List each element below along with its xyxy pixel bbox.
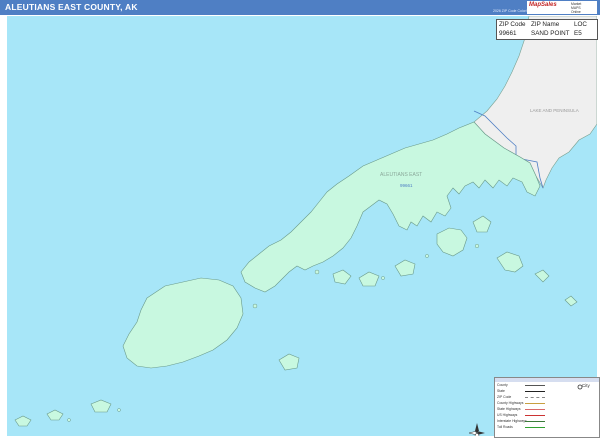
legend-swatch xyxy=(525,397,545,398)
legend-label-county-hwy: County Highways xyxy=(497,401,524,405)
title-bar: ALEUTIANS EAST COUNTY, AK 2026 ZIP Code … xyxy=(0,0,600,15)
loc-cell: E5 xyxy=(574,30,582,37)
map-frame: ALEUTIANS EAST COUNTY, AK 2026 ZIP Code … xyxy=(0,0,600,438)
islet xyxy=(252,303,258,309)
legend-swatch xyxy=(525,409,545,410)
legend-swatch xyxy=(525,421,545,422)
brand-logo: MapSales xyxy=(529,2,557,8)
table-row: 99661 SAND POINT E5 xyxy=(497,30,597,39)
legend-label-zip: ZIP Code xyxy=(497,395,512,399)
county-label: ALEUTIANS EAST xyxy=(380,172,422,178)
neighbor-label: LAKE AND PENINSULA xyxy=(530,108,579,113)
zip-code-table: ZIP Code ZIP Name LOC 99661 SAND POINT E… xyxy=(496,19,598,40)
zip-header: ZIP Code xyxy=(499,21,526,28)
legend-label-state: State xyxy=(497,389,505,393)
legend-swatch xyxy=(525,385,545,386)
islet xyxy=(314,269,320,275)
loc-header: LOC xyxy=(574,21,587,28)
legend-city-symbol: City xyxy=(576,382,598,396)
brand-line: Online xyxy=(571,10,581,14)
islet xyxy=(474,243,480,249)
islet xyxy=(117,408,121,412)
legend-label-county: County xyxy=(497,383,508,387)
islet xyxy=(67,418,71,422)
map-legend: County State ZIP Code County Highways St… xyxy=(494,377,600,438)
legend-label-interstate: Interstate Highways xyxy=(497,419,527,423)
zip-cell: 99661 xyxy=(499,30,517,37)
map-canvas[interactable]: ALEUTIANS EAST 99661 LAKE AND PENINSULA xyxy=(7,16,597,436)
legend-swatch xyxy=(525,391,545,392)
legend-swatch xyxy=(525,415,545,416)
legend-swatch xyxy=(525,403,545,404)
brand-logo-box: MapSales Market MAPS Online xyxy=(527,1,597,14)
zip-name-header: ZIP Name xyxy=(531,21,560,28)
zip-name-cell: SAND POINT xyxy=(531,30,570,37)
zip-code-label: 99661 xyxy=(400,183,413,188)
map-title: ALEUTIANS EAST COUNTY, AK xyxy=(5,2,138,12)
zip-table-header: ZIP Code ZIP Name LOC xyxy=(497,21,597,30)
legend-label-state-hwy: State Highways xyxy=(497,407,521,411)
legend-label-us-hwy: US Highways xyxy=(497,413,518,417)
legend-city-label: City xyxy=(582,383,590,388)
islet xyxy=(425,254,429,258)
islet xyxy=(381,276,385,280)
legend-swatch xyxy=(525,427,545,428)
legend-label-toll: Toll Roads xyxy=(497,425,513,429)
